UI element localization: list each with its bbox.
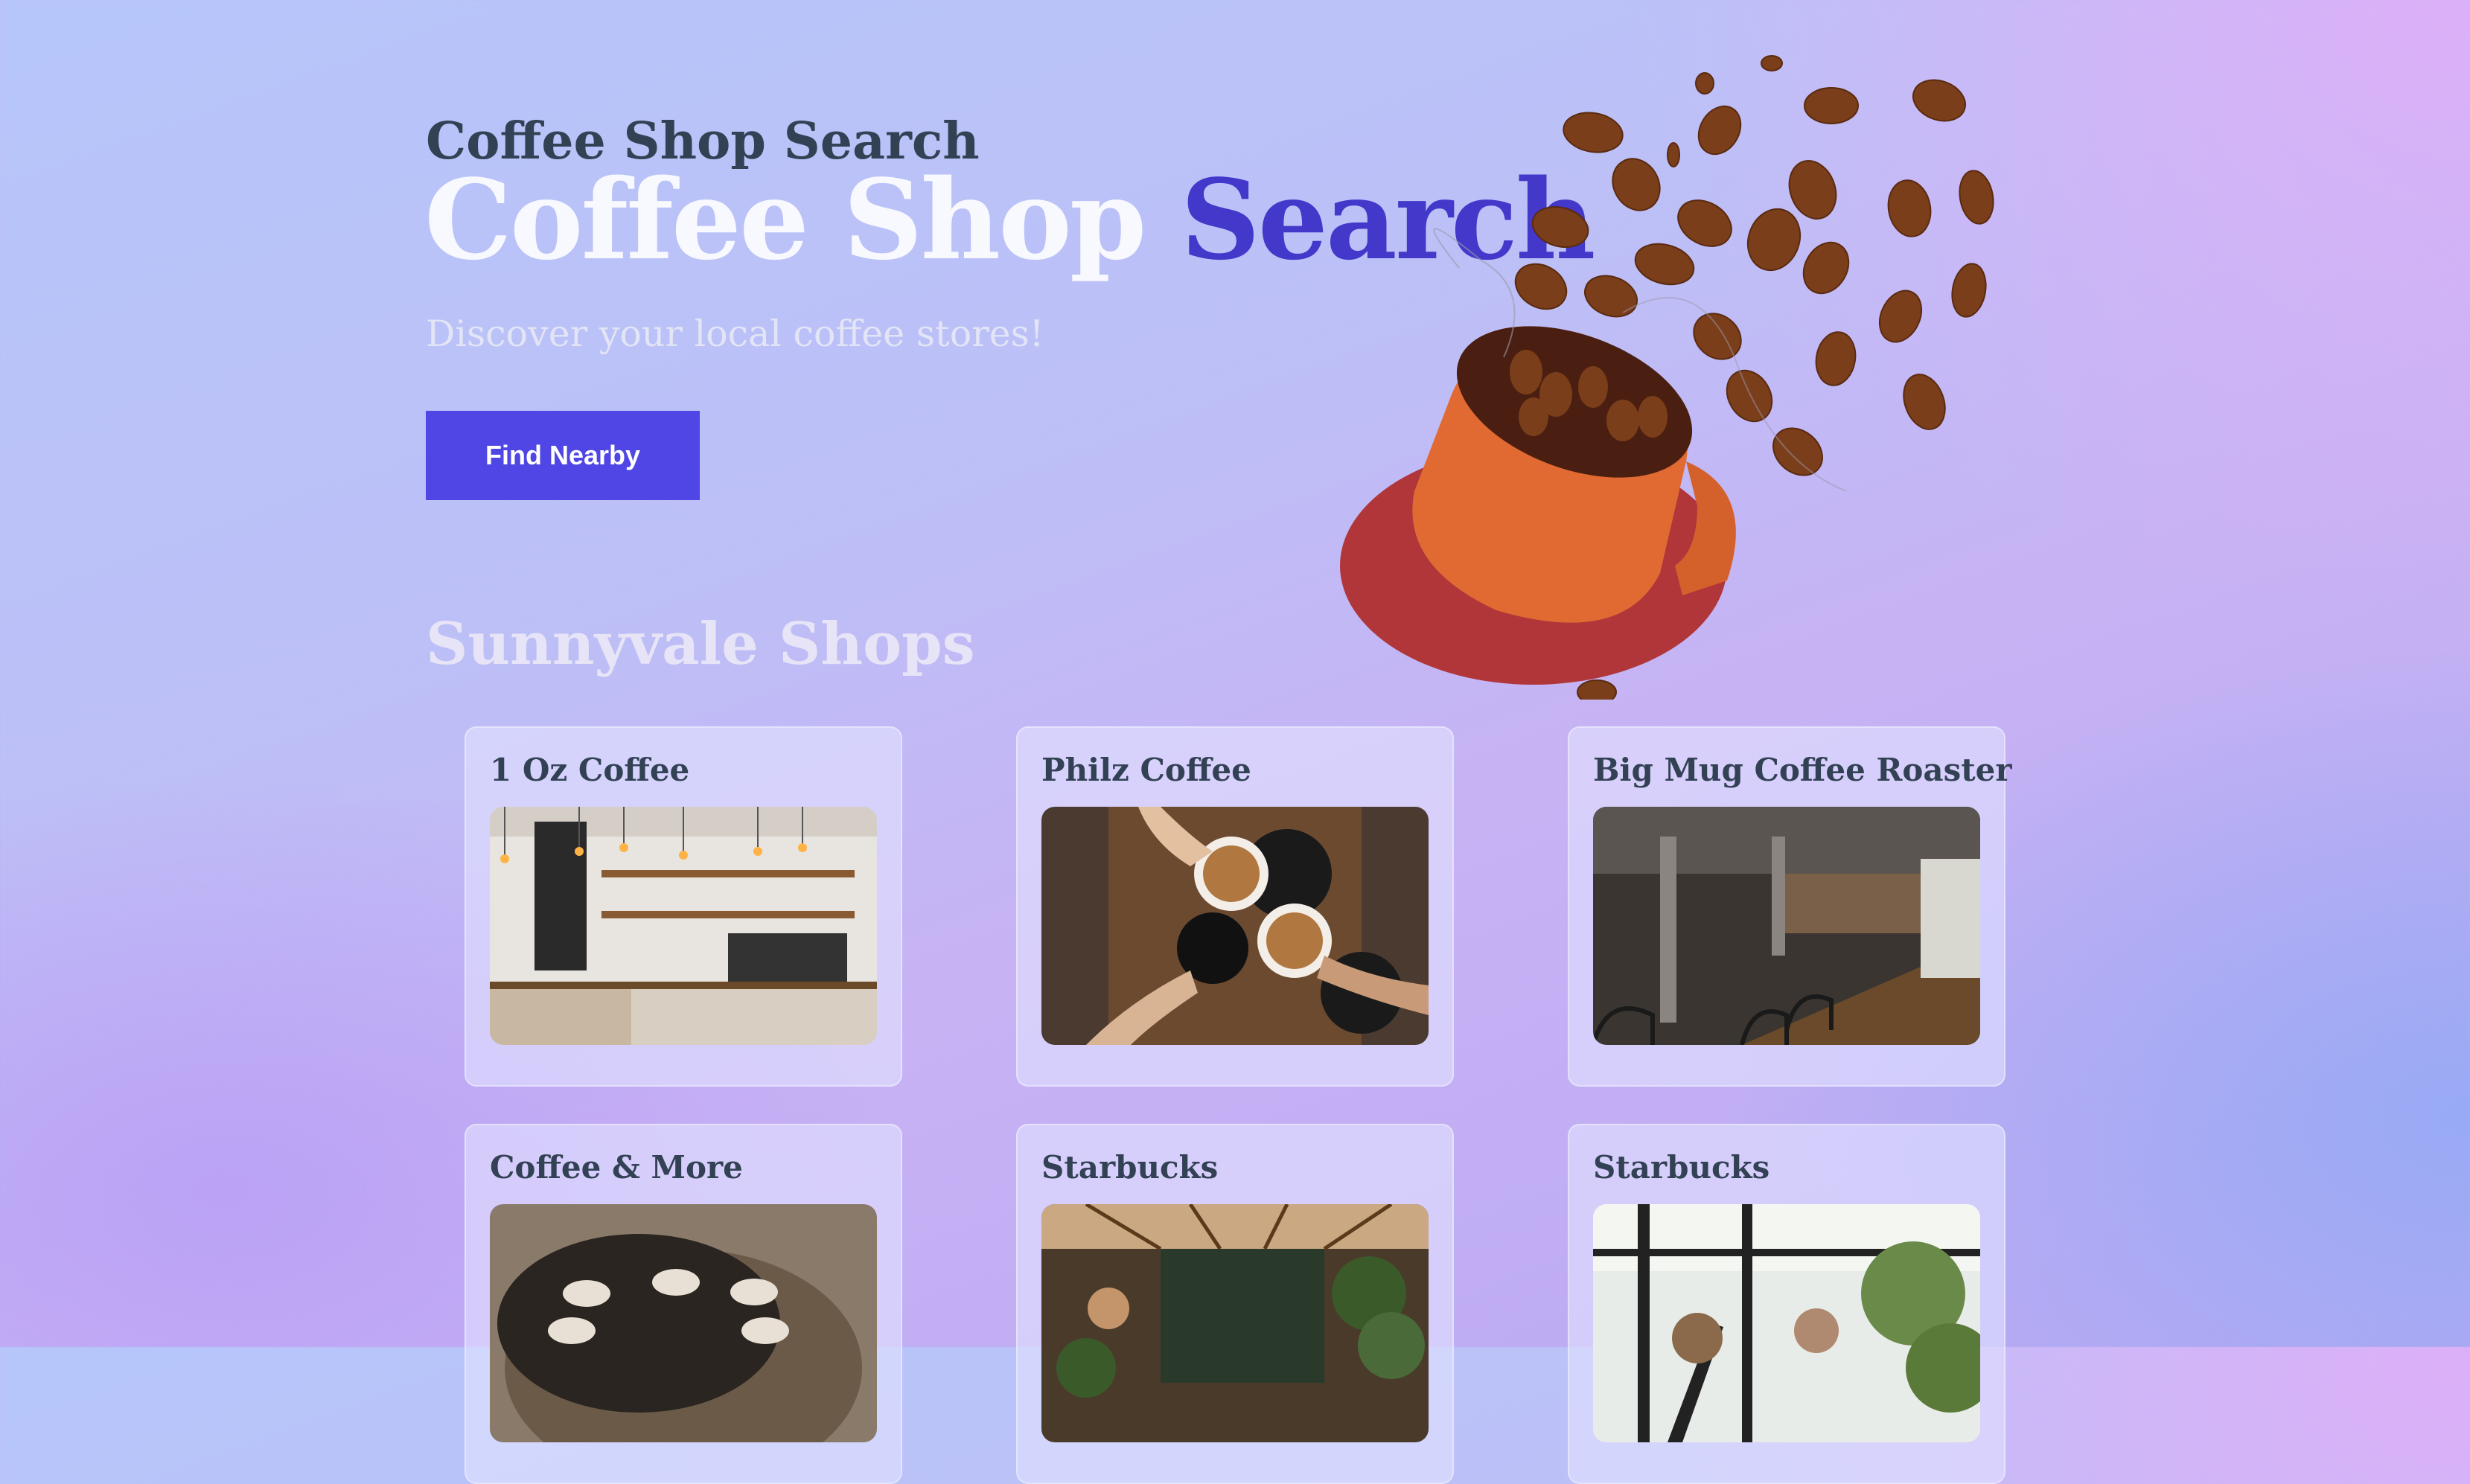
hero-headline-part1: Coffee Shop <box>424 155 1146 284</box>
shop-photo <box>1041 1204 1429 1442</box>
shop-name: Coffee & More <box>490 1149 743 1186</box>
shop-name: 1 Oz Coffee <box>490 752 690 788</box>
shop-card[interactable]: Philz Coffee <box>1016 726 1454 1087</box>
shop-grid: 1 Oz Coffee Philz Coffee Big Mug Coffee … <box>465 726 2012 1484</box>
section-title: Sunnyvale Shops <box>426 610 975 678</box>
shop-name: Philz Coffee <box>1041 752 1251 788</box>
hero-subtitle: Discover your local coffee stores! <box>426 313 1044 355</box>
shop-card[interactable]: Big Mug Coffee Roaster <box>1568 726 2012 1087</box>
shop-name: Starbucks <box>1593 1149 1770 1186</box>
shop-photo <box>1593 1204 1980 1442</box>
find-nearby-button[interactable]: Find Nearby <box>426 411 700 500</box>
coffee-cup-illustration <box>1310 45 1995 705</box>
shop-name: Starbucks <box>1041 1149 1219 1186</box>
shop-photo <box>1593 807 1980 1045</box>
shop-photo <box>490 1204 877 1442</box>
shop-name: Big Mug Coffee Roaster <box>1593 752 2012 788</box>
shop-card[interactable]: Coffee & More <box>465 1124 902 1484</box>
shop-card[interactable]: Starbucks <box>1568 1124 2005 1484</box>
shop-photo <box>490 807 877 1045</box>
shop-photo <box>1041 807 1429 1045</box>
shop-card[interactable]: 1 Oz Coffee <box>465 726 902 1087</box>
shop-card[interactable]: Starbucks <box>1016 1124 1454 1484</box>
